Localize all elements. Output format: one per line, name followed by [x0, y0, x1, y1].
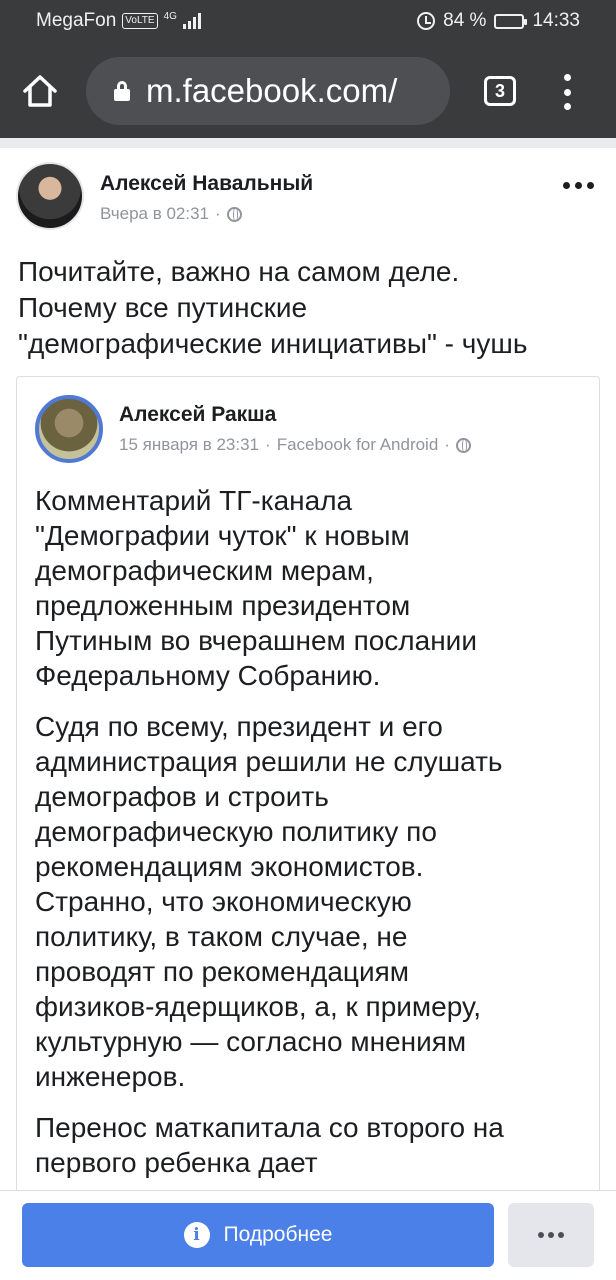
shared-author-avatar[interactable] — [35, 395, 103, 463]
text-line: инженеров. — [35, 1061, 186, 1092]
signal-icon — [182, 13, 201, 29]
more-info-label: Подробнее — [223, 1223, 333, 1246]
text-line: проводят по рекомендациям — [35, 956, 410, 987]
post-author[interactable]: Алексей Навальный — [100, 172, 313, 196]
text-line: Перенос маткапитала со второго на — [35, 1112, 504, 1143]
text-line: физиков-ядерщиков, а, к примеру, — [35, 991, 481, 1022]
shared-paragraph: Судя по всему, президент и его администр… — [35, 709, 595, 1094]
text-line: предложенным президентом — [35, 590, 411, 621]
clock: 14:33 — [532, 10, 580, 31]
status-right: 84 % 14:33 — [417, 10, 580, 32]
browser-menu-button[interactable] — [552, 72, 582, 112]
globe-icon — [226, 206, 242, 222]
address-bar[interactable]: m.facebook.com/ — [86, 57, 450, 125]
text-line: рекомендациям экономистов. — [35, 851, 424, 882]
shared-meta: 15 января в 23:31 · Facebook for Android… — [119, 435, 471, 455]
post-text-line: Почему все путинские — [18, 292, 308, 323]
status-left: MegaFon VoLTE 4G — [36, 10, 201, 32]
post-text-line: Почитайте, важно на самом деле. — [18, 256, 460, 287]
home-button[interactable] — [22, 74, 58, 108]
post-text-line: "демографические инициативы" - чушь — [18, 328, 528, 359]
text-line: Судя по всему, президент и его — [35, 711, 443, 742]
text-line: культурную — согласно мнениям — [35, 1026, 467, 1057]
volte-badge: VoLTE — [122, 13, 158, 29]
battery-percent: 84 % — [443, 10, 487, 31]
post-text: Почитайте, важно на самом деле. Почему в… — [18, 254, 602, 362]
home-icon — [23, 75, 57, 107]
meta-separator: · — [215, 204, 221, 223]
text-line: Путиным во вчерашнем послании — [35, 625, 477, 656]
feed-content: Алексей Навальный Вчера в 02:31 · Почита… — [0, 138, 616, 1190]
text-line: политику, в таком случае, не — [35, 921, 408, 952]
url-text: m.facebook.com/ — [146, 72, 398, 109]
post-options-button[interactable] — [563, 182, 594, 189]
status-bar: MegaFon VoLTE 4G 84 % 14:33 — [0, 0, 616, 44]
text-line: Комментарий ТГ-канала — [35, 485, 353, 516]
carrier-name: MegaFon — [36, 10, 117, 31]
shared-paragraph: Комментарий ТГ-канала "Демографии чуток"… — [35, 483, 595, 693]
globe-icon — [455, 437, 471, 453]
text-line: Странно, что экономическую — [35, 886, 412, 917]
author-avatar[interactable] — [16, 162, 84, 230]
alarm-icon — [417, 12, 436, 30]
tab-switcher-button[interactable]: 3 — [484, 76, 516, 106]
shared-post[interactable]: Алексей Ракша 15 января в 23:31 · Facebo… — [16, 376, 600, 1190]
browser-toolbar: m.facebook.com/ 3 — [0, 44, 616, 138]
text-line: "Демографии чуток" к новым — [35, 520, 410, 551]
shared-time[interactable]: 15 января в 23:31 — [119, 435, 259, 455]
text-line: первого ребенка дает — [35, 1147, 318, 1178]
text-line: демографическим мерам, — [35, 555, 374, 586]
network-type: 4G — [163, 10, 177, 22]
text-line: администрация решили не слушать — [35, 746, 503, 777]
shared-body: Комментарий ТГ-канала "Демографии чуток"… — [35, 483, 595, 1190]
shared-author[interactable]: Алексей Ракша — [119, 403, 276, 427]
shared-paragraph: Перенос маткапитала со второго на первог… — [35, 1110, 595, 1180]
bottom-action-bar: i Подробнее — [0, 1190, 616, 1280]
more-info-button[interactable]: i Подробнее — [22, 1203, 494, 1267]
more-options-button[interactable] — [508, 1203, 594, 1267]
post-time[interactable]: Вчера в 02:31 — [100, 204, 209, 224]
shared-source: Facebook for Android — [276, 435, 439, 454]
text-line: Федеральному Собранию. — [35, 660, 381, 691]
info-icon: i — [183, 1222, 210, 1248]
post-meta: Вчера в 02:31 · — [100, 204, 242, 224]
text-line: демографическую политику по — [35, 816, 437, 847]
divider — [0, 138, 616, 148]
post-header: Алексей Навальный Вчера в 02:31 · — [16, 162, 600, 232]
lock-icon — [114, 81, 130, 101]
battery-icon — [494, 13, 528, 29]
text-line: демографов и строить — [35, 781, 329, 812]
